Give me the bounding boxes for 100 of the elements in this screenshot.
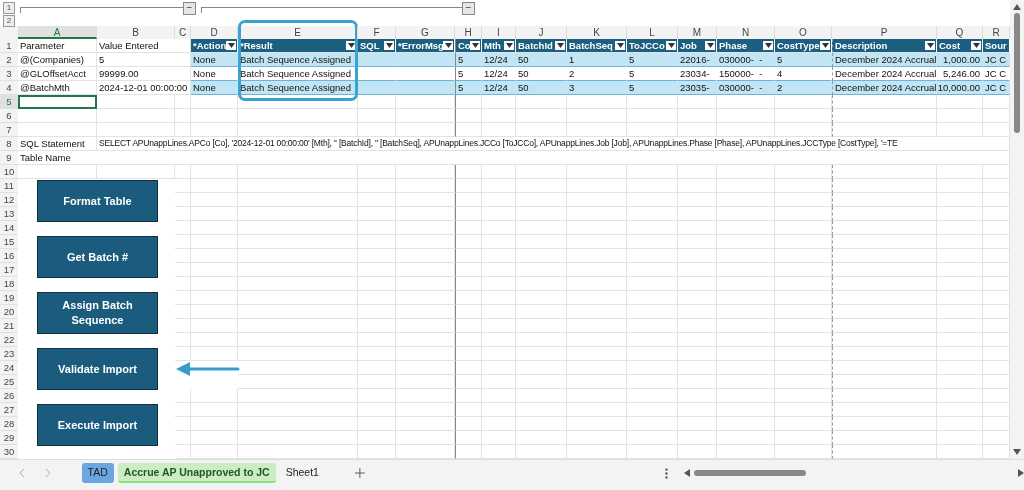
table-cell[interactable]: [717, 319, 775, 333]
table-cell[interactable]: JC C: [983, 81, 1010, 95]
table-cell[interactable]: [238, 277, 358, 291]
table-cell[interactable]: [717, 235, 775, 249]
table-cell[interactable]: [455, 277, 482, 291]
table-cell[interactable]: [191, 165, 238, 179]
table-cell[interactable]: [238, 235, 358, 249]
filter-dropdown-icon[interactable]: [925, 41, 935, 50]
table-cell[interactable]: [832, 291, 937, 305]
table-cell[interactable]: 12/24: [482, 53, 516, 67]
table-cell[interactable]: [627, 207, 678, 221]
table-cell[interactable]: [717, 277, 775, 291]
table-cell[interactable]: [175, 193, 191, 207]
table-cell[interactable]: [358, 109, 396, 123]
row-number[interactable]: 28: [0, 417, 18, 431]
table-cell[interactable]: [358, 95, 396, 109]
table-cell[interactable]: [832, 179, 937, 193]
table-cell[interactable]: [396, 403, 455, 417]
table-header-cell[interactable]: ToJCCo: [627, 39, 678, 53]
table-header-cell[interactable]: Cost: [937, 39, 983, 53]
filter-dropdown-icon[interactable]: [820, 41, 830, 50]
table-cell[interactable]: [358, 305, 396, 319]
table-cell[interactable]: [455, 333, 482, 347]
table-cell[interactable]: [627, 305, 678, 319]
filter-dropdown-icon[interactable]: [226, 41, 236, 50]
row-number[interactable]: 1: [0, 39, 18, 53]
table-cell[interactable]: [717, 263, 775, 277]
table-cell[interactable]: [396, 123, 455, 137]
table-cell[interactable]: [358, 165, 396, 179]
table-cell[interactable]: [717, 109, 775, 123]
table-cell[interactable]: [396, 361, 455, 375]
table-cell[interactable]: [775, 95, 832, 109]
table-cell[interactable]: [238, 95, 358, 109]
table-header-cell[interactable]: *ErrorMsg: [396, 39, 455, 53]
table-cell[interactable]: [567, 431, 627, 445]
table-cell[interactable]: [717, 207, 775, 221]
table-cell[interactable]: [97, 95, 175, 109]
table-cell[interactable]: [358, 417, 396, 431]
table-cell[interactable]: [191, 179, 238, 193]
table-cell[interactable]: [191, 249, 238, 263]
table-cell[interactable]: [482, 179, 516, 193]
table-cell[interactable]: [567, 375, 627, 389]
table-cell[interactable]: [567, 235, 627, 249]
next-sheet-icon[interactable]: [43, 468, 52, 478]
table-cell[interactable]: 5: [775, 53, 832, 67]
table-cell[interactable]: [482, 291, 516, 305]
table-cell[interactable]: [678, 291, 717, 305]
row-number[interactable]: 15: [0, 235, 18, 249]
table-cell[interactable]: [516, 193, 567, 207]
table-cell[interactable]: [396, 375, 455, 389]
table-cell[interactable]: None: [191, 81, 238, 95]
table-cell[interactable]: [191, 305, 238, 319]
table-cell[interactable]: 22016-: [678, 53, 717, 67]
table-header-cell[interactable]: Sour: [983, 39, 1010, 53]
active-cell[interactable]: [18, 95, 97, 109]
row-number[interactable]: 26: [0, 389, 18, 403]
table-cell[interactable]: 5: [455, 67, 482, 81]
table-cell[interactable]: [396, 109, 455, 123]
table-cell[interactable]: [455, 235, 482, 249]
table-cell[interactable]: [18, 109, 97, 123]
table-cell[interactable]: [937, 193, 983, 207]
table-cell[interactable]: [238, 179, 358, 193]
table-cell[interactable]: [516, 417, 567, 431]
sheet-tab[interactable]: Sheet1: [279, 463, 325, 483]
table-cell[interactable]: 030000- -: [717, 81, 775, 95]
table-cell[interactable]: [832, 389, 937, 403]
table-cell[interactable]: 030000- -: [717, 53, 775, 67]
table-cell[interactable]: [396, 277, 455, 291]
table-cell[interactable]: [358, 207, 396, 221]
table-cell[interactable]: [358, 347, 396, 361]
table-cell[interactable]: [937, 249, 983, 263]
table-cell[interactable]: [627, 291, 678, 305]
table-cell[interactable]: [238, 109, 358, 123]
table-cell[interactable]: [358, 249, 396, 263]
row-number[interactable]: 17: [0, 263, 18, 277]
table-cell[interactable]: [482, 263, 516, 277]
table-cell[interactable]: [238, 123, 358, 137]
table-cell[interactable]: [238, 249, 358, 263]
table-cell[interactable]: [455, 305, 482, 319]
more-options-icon[interactable]: [664, 467, 668, 479]
table-cell[interactable]: [455, 165, 482, 179]
table-cell[interactable]: 23035-: [678, 81, 717, 95]
table-header-cell[interactable]: *Action: [191, 39, 238, 53]
table-cell[interactable]: [832, 375, 937, 389]
table-cell[interactable]: December 2024 Accrual: [832, 53, 937, 67]
table-cell[interactable]: [191, 347, 238, 361]
table-cell[interactable]: [775, 319, 832, 333]
table-cell[interactable]: [175, 431, 191, 445]
table-cell[interactable]: [717, 221, 775, 235]
table-cell[interactable]: [175, 263, 191, 277]
table-cell[interactable]: [717, 417, 775, 431]
table-cell[interactable]: [191, 123, 238, 137]
table-cell[interactable]: [191, 109, 238, 123]
table-cell[interactable]: [482, 207, 516, 221]
table-cell[interactable]: [175, 291, 191, 305]
table-cell[interactable]: [627, 277, 678, 291]
table-cell[interactable]: Batch Sequence Assigned: [238, 67, 358, 81]
table-header-cell[interactable]: Job: [678, 39, 717, 53]
table-cell[interactable]: [678, 221, 717, 235]
table-cell[interactable]: [358, 389, 396, 403]
